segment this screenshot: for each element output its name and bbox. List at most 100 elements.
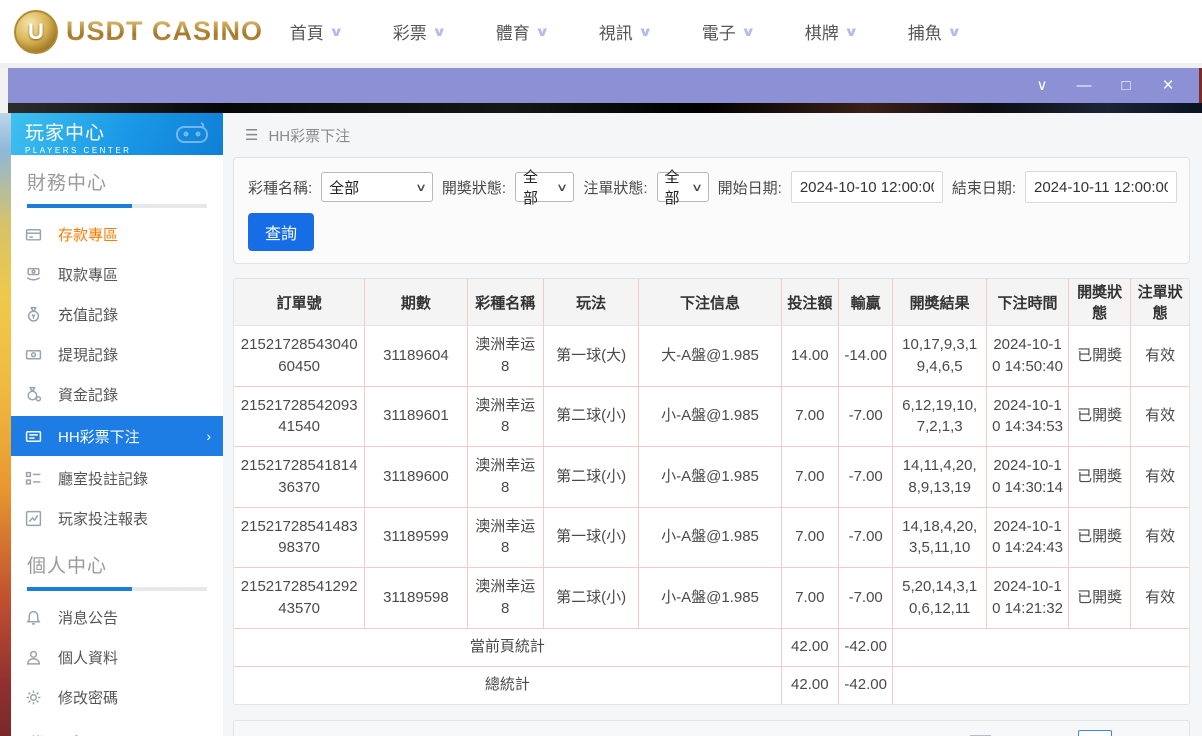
end-date-input[interactable] bbox=[1025, 171, 1177, 203]
next-page-link[interactable]: 下一页 bbox=[1000, 733, 1045, 736]
table-row: 2152172854181436370 31189600 澳洲幸运8 第二球(小… bbox=[234, 446, 1189, 508]
site-logo[interactable]: U USDT CASINO bbox=[14, 9, 264, 54]
chevron-down-icon: ∨ bbox=[843, 23, 859, 39]
table-row: 2152172854209341540 31189601 澳洲幸运8 第二球(小… bbox=[234, 386, 1189, 447]
window-titlebar: ∨ — □ × bbox=[8, 68, 1202, 103]
window-maximize-button[interactable]: □ bbox=[1118, 78, 1134, 93]
cell-order-id: 2152172854148398370 bbox=[234, 507, 365, 568]
nav-label: 棋牌 bbox=[804, 24, 839, 43]
sidebar-item-label: 廳室投註記錄 bbox=[58, 470, 149, 488]
cell-order-id: 2152172854304060450 bbox=[234, 325, 365, 387]
logo-ball-icon: U bbox=[14, 9, 58, 54]
room-record-icon bbox=[25, 470, 42, 487]
sidebar-item-hh-lottery-bet[interactable]: HH彩票下注 › bbox=[11, 416, 223, 456]
page-summary-row: 當前頁統計 42.00 -42.00 bbox=[234, 628, 1189, 667]
site-navbar: U USDT CASINO 首頁 ∨ 彩票 ∨ 體育 ∨ 視訊 ∨ 電子 ∨ 棋牌 ∨ 捕魚… bbox=[0, 0, 1202, 63]
sidebar-item-player-bet-report[interactable]: 玩家投注報表 bbox=[11, 498, 223, 538]
sidebar-item-label: 修改密碼 bbox=[58, 689, 119, 707]
draw-status-label: 開奬狀態: bbox=[441, 179, 507, 197]
col-bet-info: 下注信息 bbox=[638, 279, 782, 326]
prev-page-link[interactable]: 上一页 bbox=[916, 733, 961, 736]
logo-text: USDT CASINO bbox=[66, 16, 264, 46]
sidebar-item-funds-record[interactable]: 資金記錄 bbox=[11, 374, 223, 414]
chevron-right-icon: › bbox=[206, 428, 211, 444]
chevron-down-icon: ∨ bbox=[740, 23, 756, 39]
cell-lottery: 澳洲幸运8 bbox=[466, 386, 544, 447]
nav-item-video[interactable]: 視訊 ∨ bbox=[573, 19, 676, 44]
window-minimize-button[interactable]: — bbox=[1076, 78, 1092, 93]
table-row: 2152172854148398370 31189599 澳洲幸运8 第一球(小… bbox=[234, 507, 1189, 568]
sidebar-item-profile[interactable]: 個人資料 bbox=[11, 637, 223, 677]
cell-win-loss: -7.00 bbox=[837, 386, 893, 447]
section-title: 財務中心 bbox=[27, 173, 108, 194]
lottery-name-select[interactable]: 全部 ∨ bbox=[321, 172, 433, 202]
sidebar-item-room-bet-record[interactable]: 廳室投註記錄 bbox=[11, 458, 223, 498]
start-date-input[interactable] bbox=[790, 171, 943, 203]
sidebar-item-label: 個人資料 bbox=[58, 649, 119, 667]
bell-icon bbox=[25, 609, 42, 626]
cell-lottery: 澳洲幸运8 bbox=[466, 567, 544, 629]
jump-action-link[interactable]: 跳转 bbox=[1145, 733, 1175, 736]
chevron-down-icon: ∨ bbox=[690, 181, 703, 194]
cell-bet-info: 小-A盤@1.985 bbox=[638, 507, 782, 568]
cell-order-status: 有效 bbox=[1130, 325, 1189, 387]
nav-item-chess[interactable]: 棋牌 ∨ bbox=[779, 19, 882, 44]
nav-item-lottery[interactable]: 彩票 ∨ bbox=[367, 19, 470, 44]
sidebar-item-withdraw[interactable]: 取款專區 bbox=[11, 254, 223, 294]
cell-bet-time: 2024-10-10 14:34:53 bbox=[985, 386, 1069, 447]
section-rule bbox=[27, 204, 207, 208]
sidebar-item-announcements[interactable]: 消息公告 bbox=[11, 597, 223, 637]
cell-play: 第二球(小) bbox=[542, 567, 639, 629]
nav-item-home[interactable]: 首頁 ∨ bbox=[264, 19, 367, 44]
sidebar-items: 存款專區 取款專區 充值記錄 提現記錄 資金記錄 HH彩票下注 › 廳室投註記錄… bbox=[11, 208, 223, 538]
sidebar-item-label: 充值記錄 bbox=[58, 306, 119, 324]
window-collapse-button[interactable]: ∨ bbox=[1034, 78, 1050, 93]
cell-bet-amount: 7.00 bbox=[780, 446, 839, 508]
cell-win-loss: -7.00 bbox=[837, 446, 893, 508]
chevron-down-icon: ∨ bbox=[534, 23, 550, 39]
menu-icon[interactable]: ☰ bbox=[245, 126, 258, 144]
background-artwork bbox=[0, 113, 11, 736]
nav-item-electronic[interactable]: 電子 ∨ bbox=[676, 19, 779, 44]
pager: 共5条 首页 上一页 [1] 下一页 第 页 跳转 bbox=[830, 730, 1175, 736]
pagination-bar: 每頁顯示20條 共5条 首页 上一页 [1] 下一页 第 页 跳转 bbox=[233, 720, 1190, 736]
col-win-loss: 輸贏 bbox=[837, 279, 893, 326]
cell-order-id: 2152172854181436370 bbox=[234, 446, 365, 508]
first-page-link[interactable]: 首页 bbox=[877, 733, 907, 736]
total-summary-row: 總統計 42.00 -42.00 bbox=[234, 666, 1189, 704]
cell-bet-time: 2024-10-10 14:50:40 bbox=[985, 325, 1069, 387]
cell-draw-status: 已開奬 bbox=[1068, 325, 1131, 387]
sidebar-item-label: 資金記錄 bbox=[58, 386, 119, 404]
section-title: 個人中心 bbox=[27, 556, 108, 577]
section-rule bbox=[27, 587, 207, 591]
sidebar-item-label: 提現記錄 bbox=[58, 346, 119, 364]
cell-play: 第二球(小) bbox=[542, 446, 639, 508]
logo-monogram: U bbox=[28, 18, 44, 44]
order-status-label: 注單狀態: bbox=[583, 179, 648, 197]
report-chart-icon bbox=[25, 510, 42, 527]
cell-win-loss: -7.00 bbox=[837, 507, 893, 568]
nav-label: 體育 bbox=[495, 24, 530, 43]
cell-draw-result: 10,17,9,3,19,4,6,5 bbox=[892, 325, 987, 387]
col-play: 玩法 bbox=[542, 279, 639, 326]
query-button[interactable]: 查詢 bbox=[248, 213, 315, 251]
nav-item-fishing[interactable]: 捕魚 ∨ bbox=[882, 19, 985, 44]
sidebar-item-change-password[interactable]: 修改密碼 bbox=[11, 677, 223, 717]
cell-draw-result: 14,11,4,20,8,9,13,19 bbox=[892, 446, 987, 508]
recharge-bag-icon bbox=[25, 306, 42, 323]
cell-order-status: 有效 bbox=[1130, 567, 1189, 629]
page-jump-input[interactable] bbox=[1077, 730, 1112, 736]
sidebar-item-deposit[interactable]: 存款專區 bbox=[11, 214, 223, 254]
cell-order-id: 2152172854209341540 bbox=[234, 386, 365, 447]
window-close-button[interactable]: × bbox=[1160, 76, 1176, 95]
cell-play: 第二球(小) bbox=[542, 386, 639, 447]
summary-win-loss: -42.00 bbox=[837, 628, 893, 667]
sidebar-item-withdrawal-record[interactable]: 提現記錄 bbox=[11, 334, 223, 374]
cell-lottery: 澳洲幸运8 bbox=[466, 446, 544, 508]
nav-item-sports[interactable]: 體育 ∨ bbox=[470, 19, 573, 44]
nav-label: 首頁 bbox=[289, 24, 324, 43]
draw-status-select[interactable]: 全部 ∨ bbox=[515, 169, 575, 207]
cell-draw-result: 5,20,14,3,10,6,12,11 bbox=[892, 567, 987, 629]
order-status-select[interactable]: 全部 ∨ bbox=[656, 169, 709, 207]
sidebar-item-recharge-record[interactable]: 充值記錄 bbox=[11, 294, 223, 334]
